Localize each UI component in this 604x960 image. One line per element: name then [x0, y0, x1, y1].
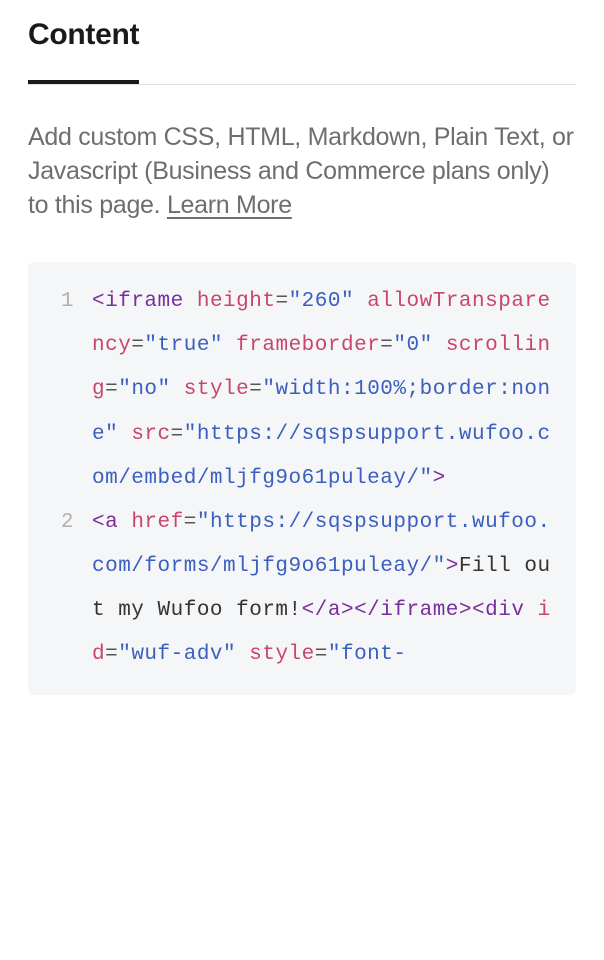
token-attr-eq: =	[171, 423, 184, 446]
token-attr-eq: =	[249, 378, 262, 401]
token-punct: >	[341, 599, 354, 622]
tab-bar: Content	[28, 18, 576, 85]
token-space	[223, 334, 236, 357]
token-attr-name: height	[197, 290, 276, 313]
token-attr-value: "wuf-adv"	[118, 643, 236, 666]
token-attr-eq: =	[184, 511, 197, 534]
token-tag: a	[328, 599, 341, 622]
token-attr-value: "no"	[118, 378, 170, 401]
token-attr-value: "260"	[289, 290, 355, 313]
token-tag: iframe	[380, 599, 459, 622]
description-text: Add custom CSS, HTML, Markdown, Plain Te…	[28, 123, 574, 219]
token-attr-eq: =	[275, 290, 288, 313]
token-space	[171, 378, 184, 401]
token-punct: </	[354, 599, 380, 622]
line-number: 2	[46, 501, 74, 545]
token-punct: <	[92, 290, 105, 313]
token-attr-name: style	[249, 643, 315, 666]
learn-more-link[interactable]: Learn More	[167, 191, 292, 219]
token-punct: >	[459, 599, 472, 622]
code-line: 2 <a href="https://sqspsupport.wufoo.com…	[46, 501, 552, 677]
token-attr-eq: =	[131, 334, 144, 357]
token-space	[236, 643, 249, 666]
token-attr-value: "font-	[328, 643, 407, 666]
token-attr-name: frameborder	[236, 334, 380, 357]
line-number: 1	[46, 280, 74, 324]
content-panel: Content Add custom CSS, HTML, Markdown, …	[0, 0, 604, 695]
token-space	[433, 334, 446, 357]
token-space	[184, 290, 197, 313]
code-line: 1 <iframe height="260" allowTransparency=…	[46, 280, 552, 500]
token-space	[118, 511, 131, 534]
code-content: <iframe height="260" allowTransparency="…	[92, 280, 552, 500]
code-content: <a href="https://sqspsupport.wufoo.com/f…	[92, 501, 552, 677]
token-punct: <	[92, 511, 105, 534]
token-attr-name: href	[131, 511, 183, 534]
token-attr-name: src	[131, 423, 170, 446]
content-description: Add custom CSS, HTML, Markdown, Plain Te…	[28, 121, 576, 222]
token-punct: </	[302, 599, 328, 622]
token-space	[118, 423, 131, 446]
token-tag: iframe	[105, 290, 184, 313]
token-space	[354, 290, 367, 313]
token-punct: >	[433, 467, 446, 490]
token-space	[524, 599, 537, 622]
token-attr-eq: =	[315, 643, 328, 666]
token-punct: >	[446, 555, 459, 578]
token-attr-value: "true"	[144, 334, 223, 357]
token-tag: a	[105, 511, 118, 534]
token-attr-eq: =	[105, 643, 118, 666]
code-editor[interactable]: 1 <iframe height="260" allowTransparency=…	[28, 262, 576, 695]
tab-content[interactable]: Content	[28, 18, 139, 84]
token-tag: div	[485, 599, 524, 622]
token-attr-eq: =	[105, 378, 118, 401]
token-attr-eq: =	[380, 334, 393, 357]
token-punct: <	[472, 599, 485, 622]
token-attr-value: "0"	[393, 334, 432, 357]
token-attr-name: style	[184, 378, 250, 401]
